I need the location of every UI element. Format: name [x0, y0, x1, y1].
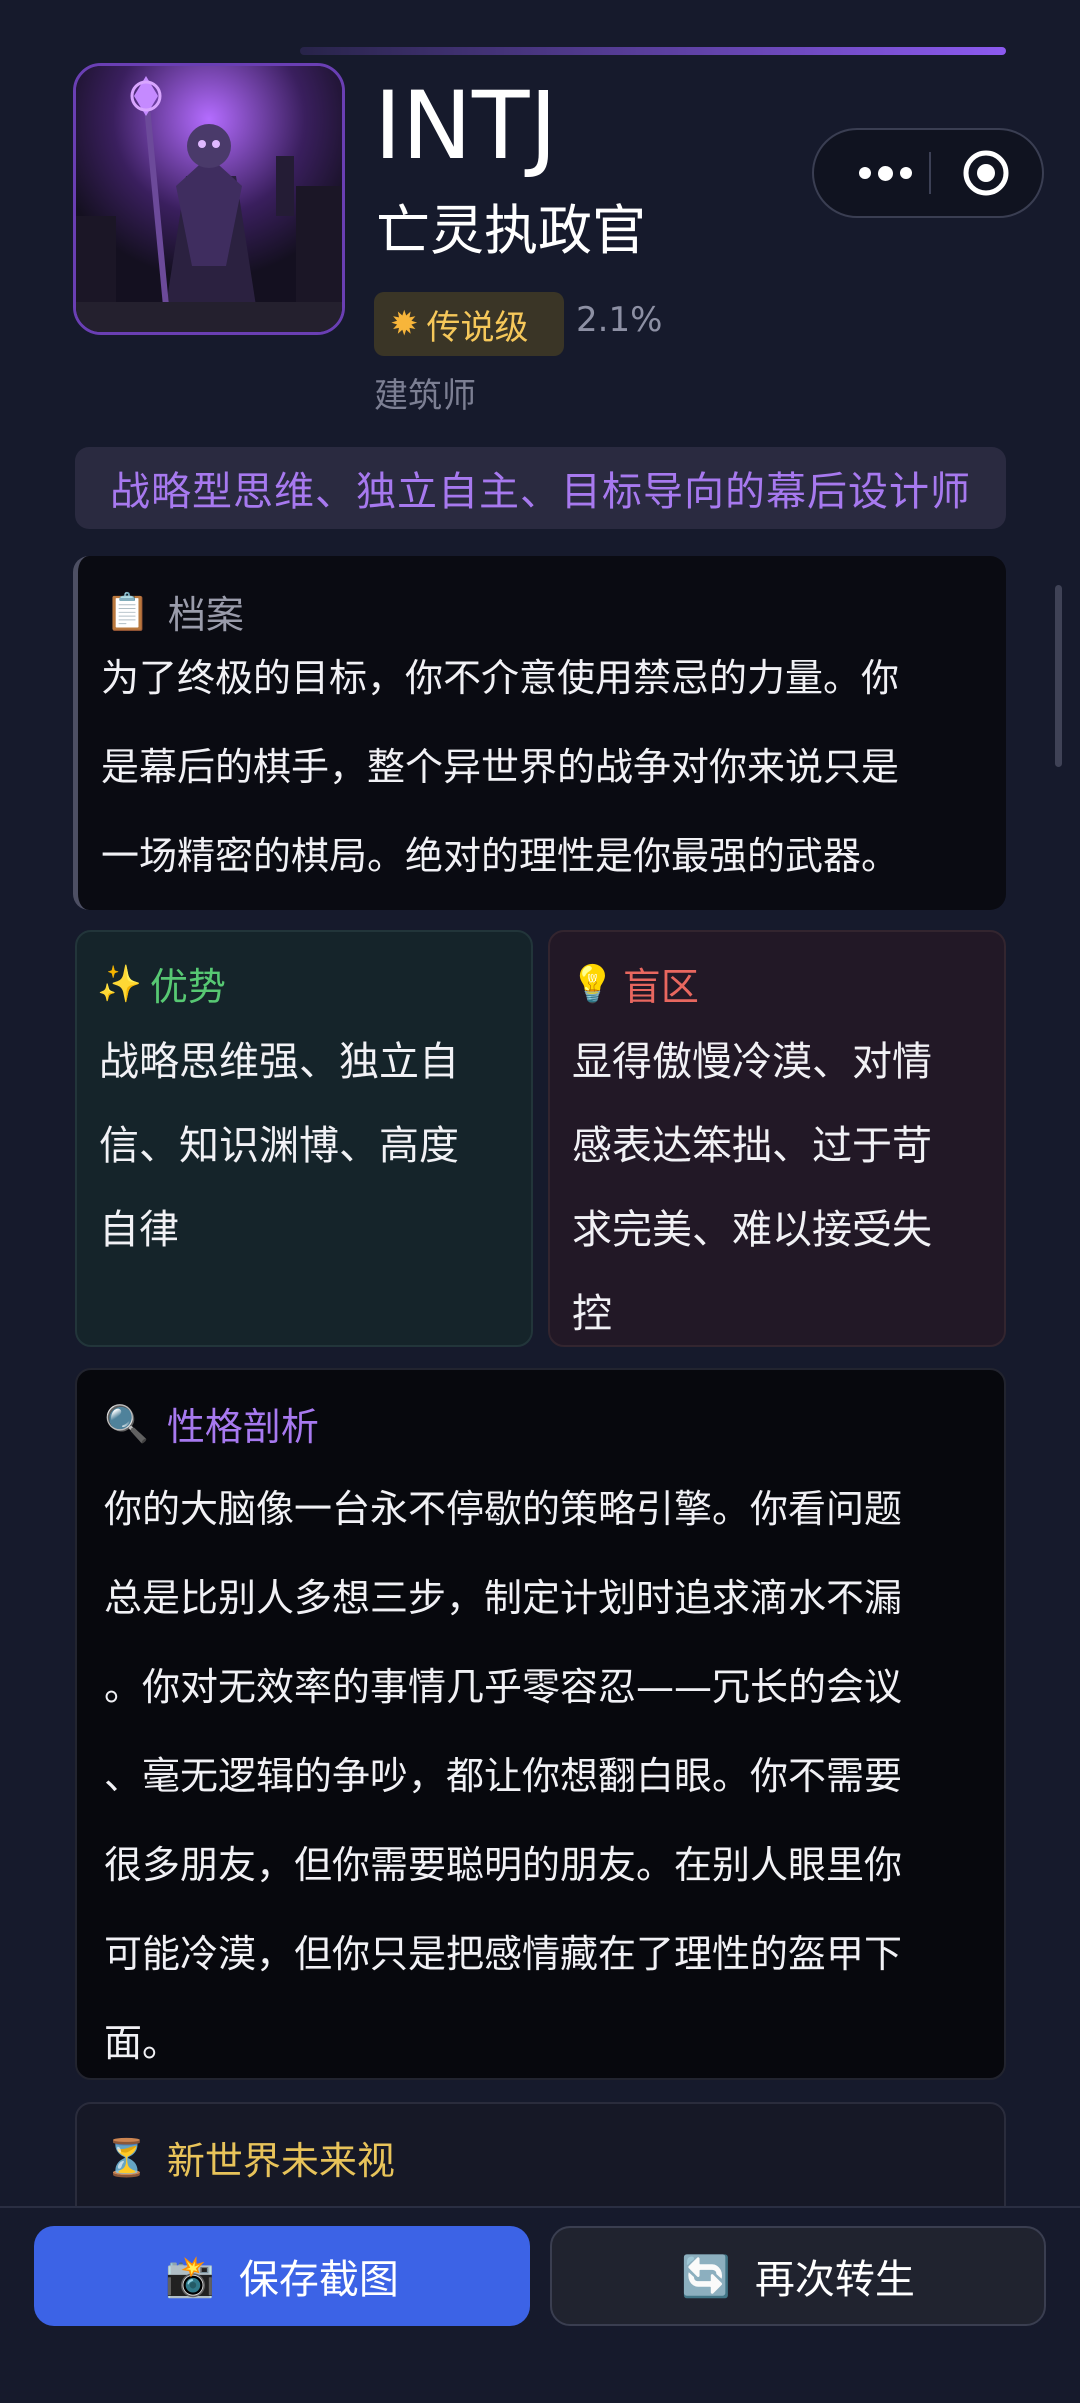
rarity-label: 传说级	[426, 307, 529, 348]
profile-line: 是幕后的棋手，整个异世界的战争对你来说只是	[101, 745, 900, 789]
blindspots-line: 求完美、难以接受失	[572, 1207, 932, 1253]
camera-flash-icon: 📸	[165, 2253, 215, 2300]
analysis-line: 很多朋友，但你需要聪明的朋友。在别人眼里你	[104, 1843, 903, 1887]
save-screenshot-label: 保存截图	[238, 2257, 399, 2303]
summary-banner: 战略型思维、独立自主、目标导向的幕后设计师	[75, 447, 1006, 529]
profile-line: 一场精密的棋局。绝对的理性是你最强的武器。	[101, 834, 900, 878]
future-title: 新世界未来视	[166, 2139, 395, 2183]
strengths-title: 优势	[149, 965, 226, 1009]
progress-accent-bar	[300, 47, 1006, 55]
strengths-line: 自律	[99, 1207, 179, 1253]
strengths-card: ✨ 优势 战略思维强、独立自 信、知识渊博、高度 自律	[75, 930, 533, 1347]
miniprogram-capsule	[812, 128, 1044, 218]
future-header: ⏳ 新世界未来视	[104, 2130, 395, 2185]
sun-icon: ✹	[390, 304, 419, 344]
strengths-header: ✨ 优势	[97, 956, 226, 1011]
type-alias: 建筑师	[374, 376, 476, 416]
analysis-line: 。你对无效率的事情几乎零容忍——冗长的会议	[104, 1665, 903, 1709]
refresh-icon: 🔄	[681, 2253, 731, 2300]
capsule-divider	[929, 152, 931, 194]
blindspots-text: 显得傲慢冷漠、对情 感表达笨拙、过于苛 求完美、难以接受失 控	[572, 1020, 992, 1356]
rarity-percent: 2.1%	[576, 300, 663, 340]
analysis-line: 你的大脑像一台永不停歇的策略引擎。你看问题	[104, 1487, 903, 1531]
mbti-type: INTJ	[374, 72, 558, 181]
analysis-line: 、毫无逻辑的争吵，都让你想翻白眼。你不需要	[104, 1754, 903, 1798]
blindspots-card: 💡 盲区 显得傲慢冷漠、对情 感表达笨拙、过于苛 求完美、难以接受失 控	[548, 930, 1006, 1347]
target-circle-icon[interactable]	[962, 149, 1010, 197]
rarity-badge: ✹ 传说级	[374, 292, 564, 356]
character-avatar-image	[73, 63, 345, 335]
profile-line: 为了终极的目标，你不介意使用禁忌的力量。你	[101, 656, 900, 700]
reborn-again-label: 再次转生	[754, 2257, 915, 2303]
strengths-text: 战略思维强、独立自 信、知识渊博、高度 自律	[99, 1020, 519, 1272]
strengths-line: 战略思维强、独立自	[99, 1039, 459, 1085]
analysis-line: 面。	[104, 2021, 181, 2065]
analysis-header: 🔍 性格剖析	[104, 1396, 319, 1451]
character-title: 亡灵执政官	[376, 199, 646, 262]
profile-title: 档案	[167, 593, 244, 637]
reborn-again-button[interactable]: 🔄 再次转生	[550, 2226, 1046, 2326]
profile-header: 📋 档案	[105, 584, 244, 639]
analysis-card: 🔍 性格剖析 你的大脑像一台永不停歇的策略引擎。你看问题 总是比别人多想三步，制…	[75, 1368, 1006, 2080]
magnifier-icon: 🔍	[104, 1403, 149, 1445]
blindspots-title: 盲区	[622, 965, 699, 1009]
analysis-text: 你的大脑像一台永不停歇的策略引擎。你看问题 总是比别人多想三步，制定计划时追求滴…	[104, 1465, 994, 2088]
blindspots-line: 显得傲慢冷漠、对情	[572, 1039, 932, 1085]
scrollbar-thumb[interactable]	[1055, 585, 1062, 767]
hourglass-icon: ⏳	[104, 2137, 149, 2179]
analysis-line: 总是比别人多想三步，制定计划时追求滴水不漏	[104, 1576, 903, 1620]
save-screenshot-button[interactable]: 📸 保存截图	[34, 2226, 530, 2326]
blindspots-line: 感表达笨拙、过于苛	[572, 1123, 932, 1169]
profile-text: 为了终极的目标，你不介意使用禁忌的力量。你 是幕后的棋手，整个异世界的战争对你来…	[101, 634, 1001, 901]
clipboard-icon: 📋	[105, 591, 150, 633]
analysis-title: 性格剖析	[166, 1405, 319, 1449]
lightbulb-icon: 💡	[570, 963, 615, 1005]
more-dots-icon[interactable]	[840, 130, 930, 216]
analysis-line: 可能冷漠，但你只是把感情藏在了理性的盔甲下	[104, 1932, 903, 1976]
blindspots-line: 控	[572, 1291, 612, 1337]
blindspots-header: 💡 盲区	[570, 956, 699, 1011]
sparkles-icon: ✨	[97, 963, 142, 1005]
strengths-line: 信、知识渊博、高度	[99, 1123, 459, 1169]
